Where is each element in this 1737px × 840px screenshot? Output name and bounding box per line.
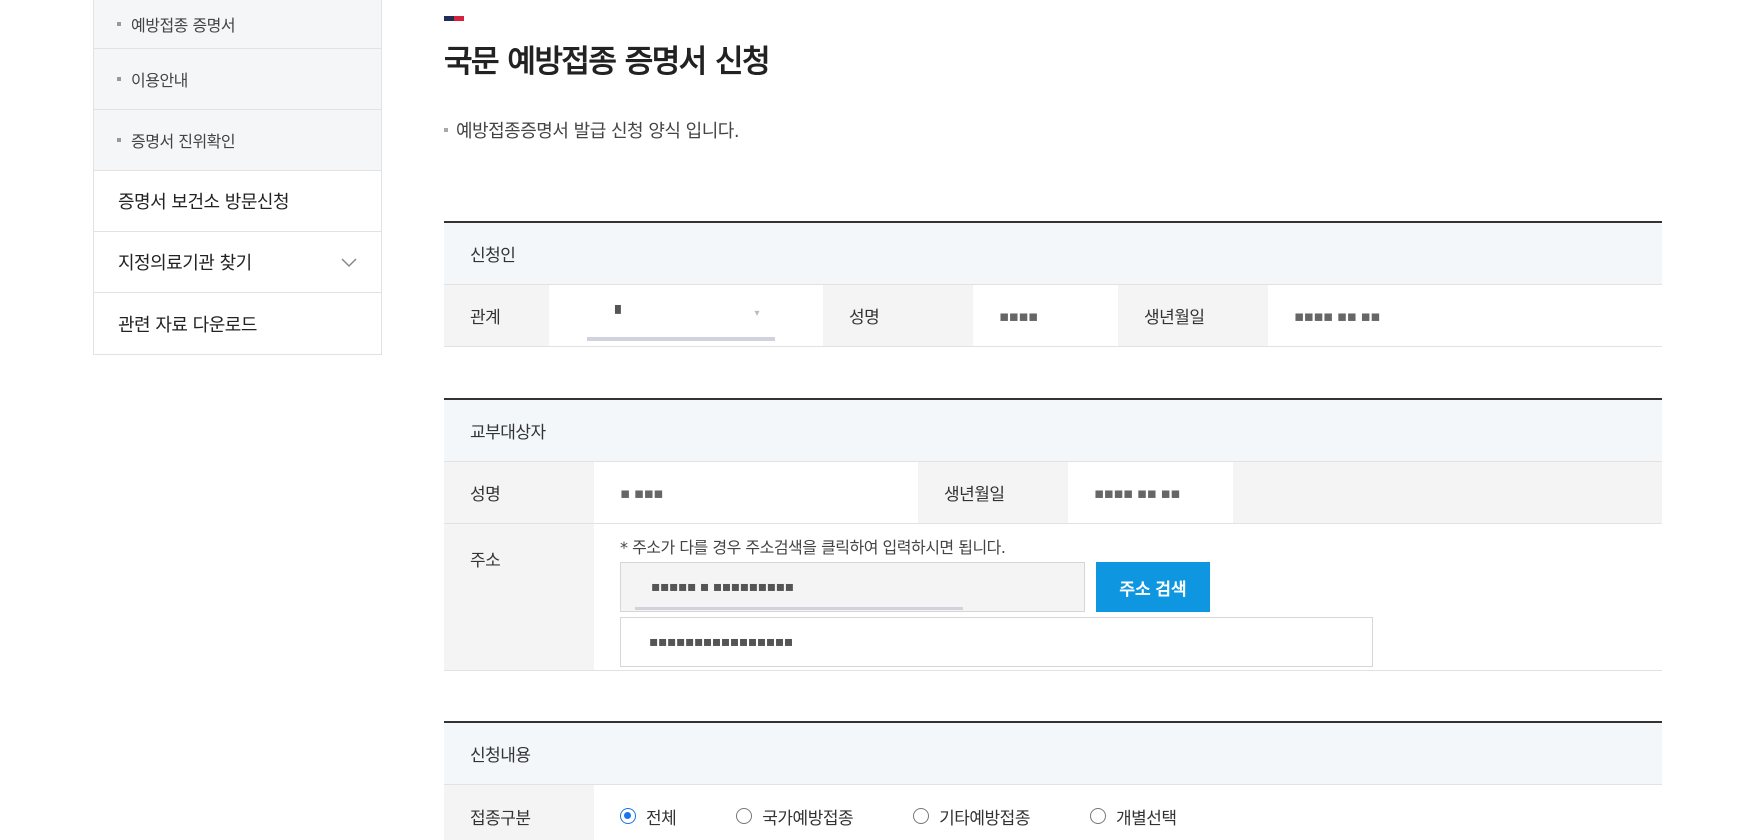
accent-navy [444, 16, 454, 21]
radio-individual[interactable]: 개별선택 [1089, 804, 1177, 829]
bullet-icon [117, 77, 121, 81]
bullet-icon [117, 138, 121, 142]
radio-national[interactable]: 국가예방접종 [736, 804, 854, 829]
applicant-birth-value: ▪▪▪▪ ▪▪ ▪▪ [1294, 306, 1380, 325]
bullet-icon [444, 128, 448, 132]
address-cell: * 주소가 다를 경우 주소검색을 클릭하여 입력하시면 됩니다. ▪▪▪▪▪ … [594, 524, 1662, 670]
vaccination-type-row: 접종구분 전체 국가예방접종 기타예방접종 개별선택 [444, 785, 1662, 840]
accent-red [454, 16, 464, 21]
sidebar-subitem-vaccination-certificate[interactable]: 예방접종 증명서 [94, 0, 381, 49]
applicant-name-value: ▪▪▪▪ [999, 306, 1038, 325]
request-section: 신청내용 접종구분 전체 국가예방접종 기타예방접종 개별선택 [444, 721, 1662, 840]
address-line2-field[interactable]: ▪▪▪▪▪▪▪▪▪▪▪▪▪▪▪▪ [620, 617, 1373, 667]
radio-label: 개별선택 [1115, 808, 1177, 829]
sidebar-subitem-usage-guide[interactable]: 이용안내 [94, 49, 381, 110]
relation-label: 관계 [444, 285, 549, 346]
relation-value: ▘ [615, 304, 627, 323]
sidebar-item-label: 증명서 보건소 방문신청 [118, 192, 290, 213]
sidebar-item-find-institution[interactable]: 지정의료기관 찾기 [94, 232, 381, 293]
sidebar-subitem-label: 증명서 진위확인 [131, 132, 236, 151]
input-underline [635, 607, 963, 610]
radio-unselected-icon [913, 808, 930, 824]
radio-label: 국가예방접종 [762, 808, 854, 829]
recipient-birth-value: ▪▪▪▪ ▪▪ ▪▪ [1094, 483, 1180, 502]
address-note: * 주소가 다를 경우 주소검색을 클릭하여 입력하시면 됩니다. [620, 538, 1006, 557]
recipient-birth-label: 생년월일 [918, 462, 1068, 523]
address-line1-field[interactable]: ▪▪▪▪▪ ▪ ▪▪▪▪▪▪▪▪▪ [620, 562, 1085, 612]
section-heading: 신청인 [444, 223, 1662, 285]
sidebar-subitem-label: 예방접종 증명서 [131, 16, 236, 35]
sidebar-item-label: 지정의료기관 찾기 [118, 253, 252, 274]
title-accent-bar [444, 16, 464, 21]
applicant-name-label: 성명 [823, 285, 973, 346]
page-title: 국문 예방접종 증명서 신청 [444, 44, 771, 80]
page-description: 예방접종증명서 발급 신청 양식 입니다. [444, 117, 740, 143]
chevron-down-icon[interactable] [340, 253, 358, 271]
sidebar-subitem-verify-certificate[interactable]: 증명서 진위확인 [94, 110, 381, 171]
recipient-name-value: ▪ ▪▪▪ [620, 483, 663, 502]
radio-label: 기타예방접종 [939, 808, 1030, 829]
bullet-icon [117, 22, 121, 26]
address-line1-value: ▪▪▪▪▪ ▪ ▪▪▪▪▪▪▪▪▪ [651, 579, 794, 595]
sidebar-subitem-label: 이용안내 [131, 71, 188, 90]
address-line1-row: ▪▪▪▪▪ ▪ ▪▪▪▪▪▪▪▪▪ 주소 검색 [620, 562, 1662, 612]
sidebar-item-label: 관련 자료 다운로드 [118, 314, 257, 336]
applicant-section: 신청인 관계 ▘ ▾ 성명 ▪▪▪▪ 생년월일 ▪▪▪▪ ▪▪ ▪▪ [444, 221, 1662, 347]
address-search-button[interactable]: 주소 검색 [1096, 562, 1210, 612]
sidebar-item-health-center-visit[interactable]: 증명서 보건소 방문신청 [94, 171, 381, 232]
radio-all[interactable]: 전체 [620, 804, 677, 829]
vaccination-type-options: 전체 국가예방접종 기타예방접종 개별선택 [594, 785, 1662, 840]
vaccination-type-label: 접종구분 [444, 785, 594, 840]
sidebar-menu: 예방접종 증명서 이용안내 증명서 진위확인 증명서 보건소 방문신청 지정의료… [93, 0, 382, 355]
recipient-section: 교부대상자 성명 ▪ ▪▪▪ 생년월일 ▪▪▪▪ ▪▪ ▪▪ 주소 * 주소가 … [444, 398, 1662, 671]
applicant-row: 관계 ▘ ▾ 성명 ▪▪▪▪ 생년월일 ▪▪▪▪ ▪▪ ▪▪ [444, 285, 1662, 347]
address-label: 주소 [444, 524, 594, 670]
relation-cell: ▘ ▾ [549, 285, 823, 346]
radio-other[interactable]: 기타예방접종 [913, 804, 1030, 829]
recipient-name-label: 성명 [444, 462, 594, 523]
section-heading: 교부대상자 [444, 400, 1662, 462]
section-heading: 신청내용 [444, 723, 1662, 785]
radio-selected-icon [620, 808, 636, 824]
relation-select[interactable]: ▘ ▾ [587, 291, 775, 341]
page-description-text: 예방접종증명서 발급 신청 양식 입니다. [456, 121, 740, 142]
caret-down-icon: ▾ [754, 308, 759, 319]
radio-unselected-icon [736, 808, 753, 824]
address-line2-value: ▪▪▪▪▪▪▪▪▪▪▪▪▪▪▪▪ [649, 634, 793, 650]
recipient-row: 성명 ▪ ▪▪▪ 생년월일 ▪▪▪▪ ▪▪ ▪▪ [444, 462, 1662, 524]
applicant-birth-label: 생년월일 [1118, 285, 1268, 346]
radio-unselected-icon [1089, 808, 1106, 824]
radio-label: 전체 [646, 808, 677, 829]
address-row: 주소 * 주소가 다를 경우 주소검색을 클릭하여 입력하시면 됩니다. ▪▪▪… [444, 524, 1662, 671]
sidebar-item-downloads[interactable]: 관련 자료 다운로드 [94, 293, 381, 354]
row-filler [1233, 462, 1662, 523]
